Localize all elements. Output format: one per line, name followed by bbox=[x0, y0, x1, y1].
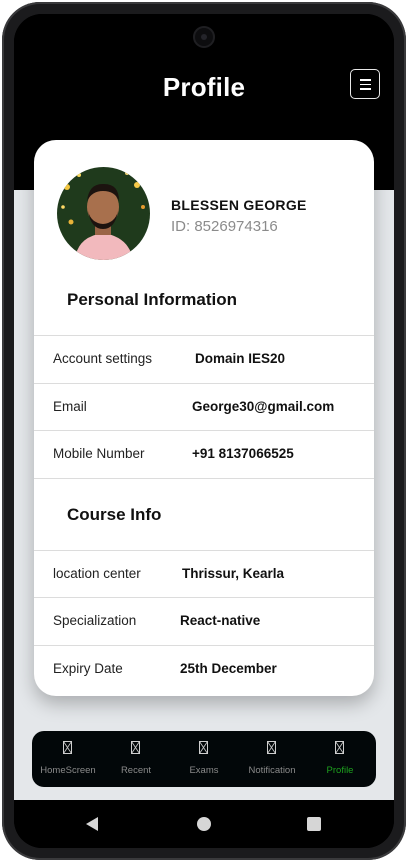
info-row-location-center[interactable]: location center Thrissur, Kearla bbox=[34, 550, 374, 597]
row-value: Domain IES20 bbox=[195, 351, 286, 366]
info-row-specialization[interactable]: Specialization React-native bbox=[34, 597, 374, 644]
avatar-photo bbox=[57, 167, 150, 260]
row-value: George30@gmail.com bbox=[192, 399, 335, 414]
section-title-course: Course Info bbox=[67, 505, 162, 524]
broken-image-icon bbox=[267, 741, 276, 754]
row-label: Specialization bbox=[53, 613, 137, 628]
recent-apps-icon[interactable] bbox=[307, 817, 321, 831]
row-label: Email bbox=[53, 399, 87, 414]
app-screen: Profile BLESSEN GEORGE ID: 8526974316 Pe… bbox=[14, 14, 394, 848]
profile-name: BLESSEN GEORGE bbox=[171, 197, 307, 213]
info-row-email[interactable]: Email George30@gmail.com bbox=[34, 383, 374, 430]
tab-exams[interactable]: Exams bbox=[170, 731, 238, 787]
info-row-mobile-number[interactable]: Mobile Number +91 8137066525 bbox=[34, 430, 374, 477]
front-camera bbox=[193, 26, 215, 48]
bottom-tab-bar: HomeScreen Recent Exams Notification Pro… bbox=[32, 731, 376, 787]
tab-profile[interactable]: Profile bbox=[306, 731, 374, 787]
avatar[interactable] bbox=[57, 167, 150, 260]
broken-image-icon bbox=[63, 741, 72, 754]
menu-icon-line bbox=[360, 88, 371, 90]
row-value: +91 8137066525 bbox=[192, 446, 294, 461]
back-icon[interactable] bbox=[86, 817, 98, 831]
profile-id: ID: 8526974316 bbox=[171, 218, 278, 235]
row-label: Account settings bbox=[53, 351, 153, 366]
menu-icon bbox=[360, 79, 371, 81]
row-value: 25th December bbox=[180, 661, 277, 676]
system-navigation-bar bbox=[14, 800, 394, 848]
broken-image-icon bbox=[335, 741, 344, 754]
row-value: React-native bbox=[180, 613, 261, 628]
page-title: Profile bbox=[162, 72, 246, 102]
menu-icon-line bbox=[360, 83, 371, 85]
broken-image-icon bbox=[199, 741, 208, 754]
row-label: Expiry Date bbox=[53, 661, 123, 676]
info-row-account-settings[interactable]: Account settings Domain IES20 bbox=[34, 335, 374, 382]
device-frame: Profile BLESSEN GEORGE ID: 8526974316 Pe… bbox=[2, 2, 406, 860]
tab-label: HomeScreen bbox=[40, 765, 96, 776]
tab-label: Profile bbox=[326, 765, 354, 776]
info-row-expiry-date[interactable]: Expiry Date 25th December bbox=[34, 645, 374, 692]
tab-recent[interactable]: Recent bbox=[102, 731, 170, 787]
profile-card: BLESSEN GEORGE ID: 8526974316 Personal I… bbox=[34, 140, 374, 696]
tab-label: Notification bbox=[248, 765, 296, 776]
row-value: Thrissur, Kearla bbox=[182, 566, 285, 581]
tab-label: Exams bbox=[189, 765, 219, 776]
menu-button[interactable] bbox=[350, 69, 380, 99]
broken-image-icon bbox=[131, 741, 140, 754]
row-label: location center bbox=[53, 566, 141, 581]
section-title-personal: Personal Information bbox=[67, 290, 238, 309]
home-icon[interactable] bbox=[197, 817, 211, 831]
tab-label: Recent bbox=[120, 765, 152, 776]
tab-notification[interactable]: Notification bbox=[238, 731, 306, 787]
tab-homescreen[interactable]: HomeScreen bbox=[34, 731, 102, 787]
row-label: Mobile Number bbox=[53, 446, 145, 461]
